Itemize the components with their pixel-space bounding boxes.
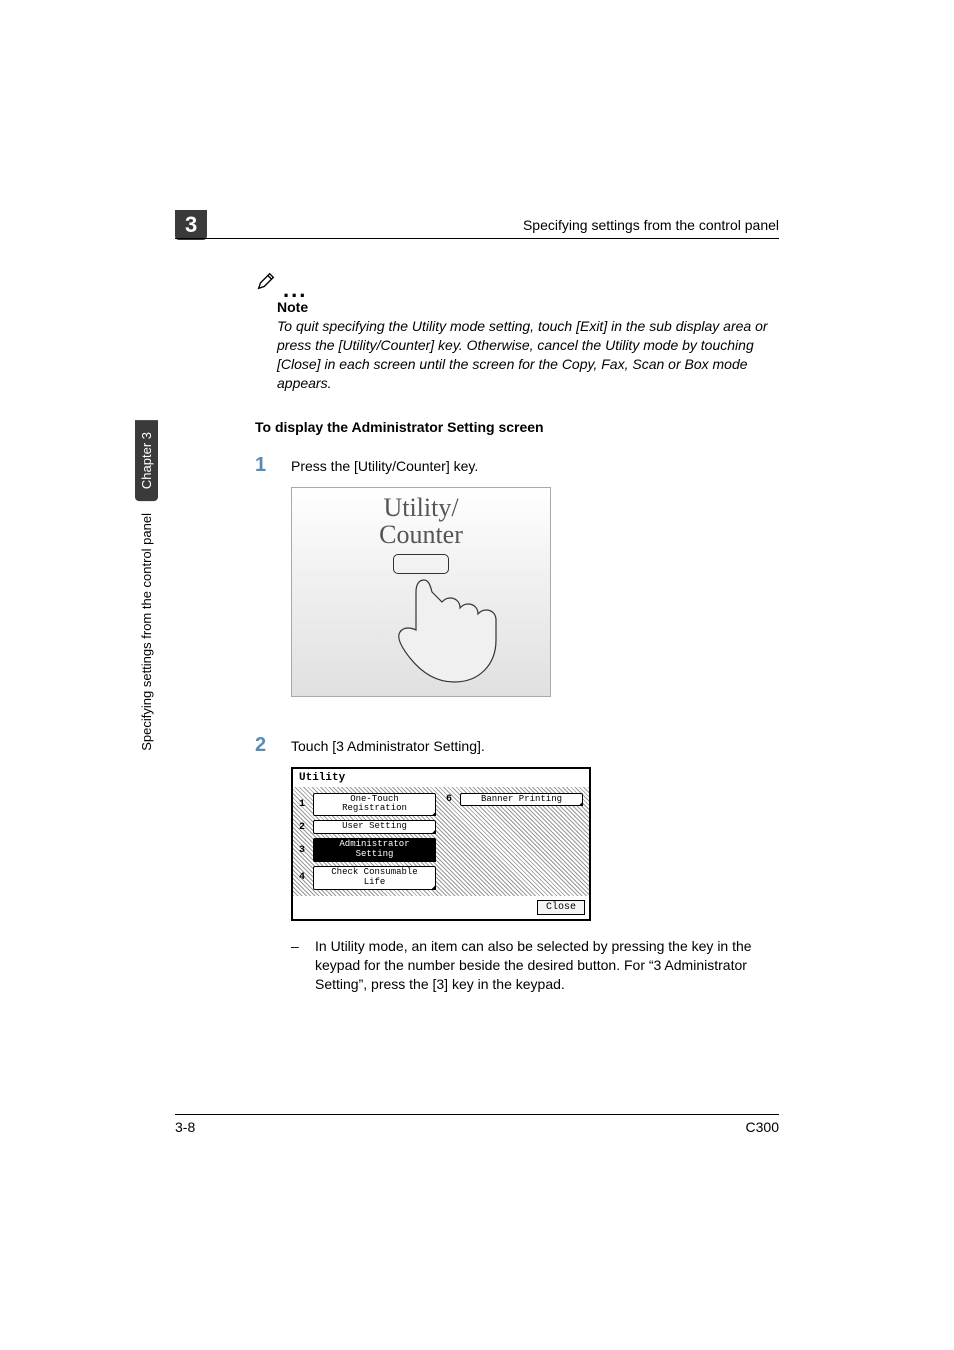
menu-item-2[interactable]: 2 User Setting: [299, 820, 436, 834]
figure-utility-screen: Utility 1 One-Touch Registration 2 User …: [291, 767, 591, 921]
step-2: 2 Touch [3 Administrator Setting].: [255, 735, 779, 755]
step-1-text: Press the [Utility/Counter] key.: [291, 455, 478, 475]
section-heading: To display the Administrator Setting scr…: [255, 419, 779, 435]
step-2-subnote: – In Utility mode, an item can also be s…: [291, 937, 779, 994]
side-tab: Chapter 3 Specifying settings from the c…: [133, 420, 159, 820]
menu-item-1[interactable]: 1 One-Touch Registration: [299, 793, 436, 817]
footer: 3-8 C300: [175, 1114, 779, 1135]
utility-right-column: 6 Banner Printing: [446, 793, 583, 890]
figure1-line2: Counter: [304, 521, 538, 548]
utility-screen-title: Utility: [293, 769, 589, 787]
model-number: C300: [746, 1119, 779, 1135]
subnote-text: In Utility mode, an item can also be sel…: [315, 937, 779, 994]
footer-rule: [175, 1114, 779, 1115]
side-tab-chapter: Chapter 3: [135, 420, 158, 501]
step-1: 1 Press the [Utility/Counter] key.: [255, 455, 779, 475]
step-2-number: 2: [255, 735, 273, 755]
dash-bullet: –: [291, 937, 301, 994]
menu-item-6-label: Banner Printing: [460, 793, 583, 807]
menu-item-2-num: 2: [299, 822, 309, 833]
menu-item-4-num: 4: [299, 872, 309, 883]
header: 3 Specifying settings from the control p…: [175, 210, 779, 240]
step-2-text: Touch [3 Administrator Setting].: [291, 735, 485, 755]
menu-item-2-label: User Setting: [313, 820, 436, 834]
menu-item-3-label: Administrator Setting: [313, 838, 436, 862]
close-button[interactable]: Close: [537, 900, 585, 915]
utility-left-column: 1 One-Touch Registration 2 User Setting …: [299, 793, 436, 890]
menu-item-1-num: 1: [299, 799, 309, 810]
menu-item-4-label: Check Consumable Life: [313, 866, 436, 890]
header-rule: [175, 238, 779, 239]
chapter-number-badge: 3: [175, 210, 207, 240]
figure1-line1: Utility/: [304, 494, 538, 521]
side-tab-title: Specifying settings from the control pan…: [135, 501, 158, 763]
figure-utility-counter-key: Utility/ Counter: [291, 487, 551, 697]
menu-item-1-label: One-Touch Registration: [313, 793, 436, 817]
menu-item-4[interactable]: 4 Check Consumable Life: [299, 866, 436, 890]
menu-item-6[interactable]: 6 Banner Printing: [446, 793, 583, 807]
menu-item-6-num: 6: [446, 794, 456, 805]
hand-pointer-icon: [384, 570, 504, 690]
note-body: To quit specifying the Utility mode sett…: [277, 317, 779, 393]
step-1-number: 1: [255, 455, 273, 475]
menu-item-3-num: 3: [299, 845, 309, 856]
menu-item-3[interactable]: 3 Administrator Setting: [299, 838, 436, 862]
page-number: 3-8: [175, 1119, 195, 1135]
note-label: Note: [277, 299, 779, 315]
pencil-icon: [255, 270, 277, 297]
ellipsis-icon: ...: [283, 283, 307, 297]
running-header-title: Specifying settings from the control pan…: [523, 217, 779, 233]
note-icon-row: ...: [255, 270, 779, 297]
